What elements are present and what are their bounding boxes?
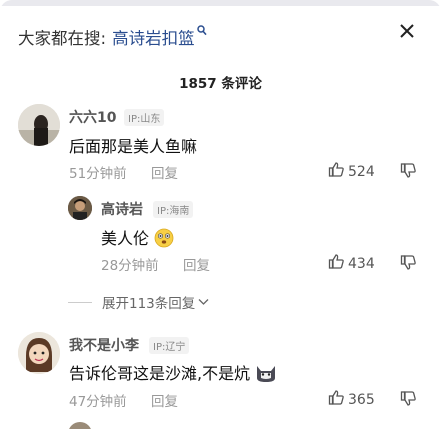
thumbs-down-icon[interactable]	[400, 390, 417, 411]
avatar[interactable]	[68, 422, 92, 429]
ip-location: IP:辽宁	[149, 337, 190, 354]
avatar[interactable]	[18, 332, 60, 374]
comment-text-content: 告诉伦哥这是沙滩,不是炕	[69, 364, 251, 383]
cat-emoji-icon	[255, 363, 277, 387]
comment-item: 我不是小李 IP:辽宁 告诉伦哥这是沙滩,不是炕 47分钟前 回复 365	[0, 0, 441, 420]
like-button[interactable]: 365	[328, 389, 375, 410]
reply-button[interactable]: 回复	[151, 390, 178, 410]
like-count: 365	[348, 391, 375, 408]
comment-panel: 大家都在搜: 高诗岩扣篮 1857 条评论 六六10 IP:山东 后面那是美人鱼…	[0, 0, 441, 429]
comment-text[interactable]: 告诉伦哥这是沙滩,不是炕	[69, 360, 277, 387]
comment-time: 47分钟前	[69, 394, 127, 410]
username[interactable]: 我不是小李	[69, 335, 139, 355]
thumbs-up-icon	[328, 389, 345, 410]
